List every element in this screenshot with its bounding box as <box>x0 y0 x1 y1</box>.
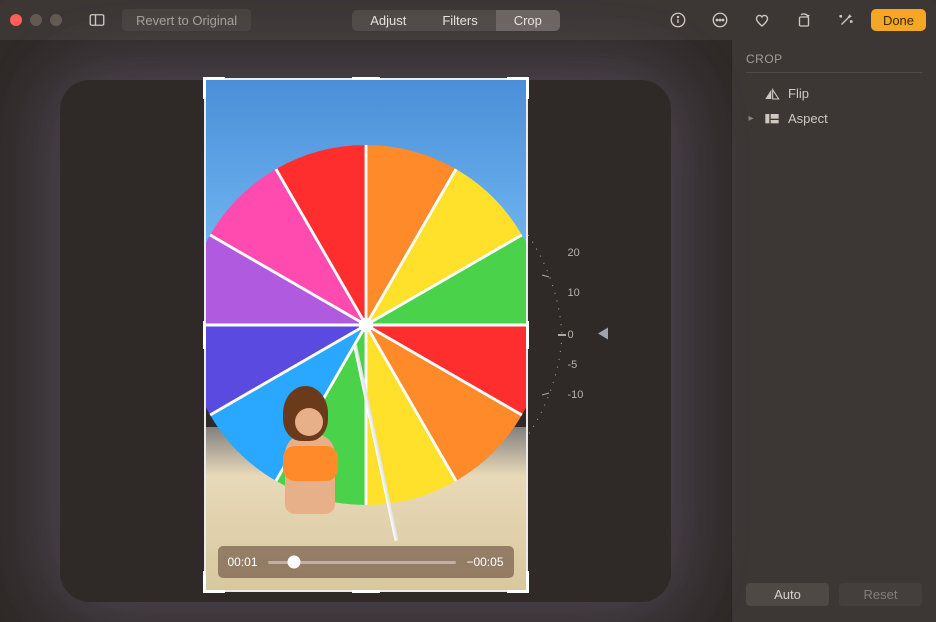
ellipsis-icon <box>711 11 729 29</box>
auto-button[interactable]: Auto <box>746 583 829 606</box>
dial-label: 20 <box>568 247 580 259</box>
tab-filters[interactable]: Filters <box>424 10 495 31</box>
favorite-button[interactable] <box>745 9 779 31</box>
sidebar-toggle-button[interactable] <box>80 9 114 31</box>
done-button[interactable]: Done <box>871 9 926 31</box>
info-icon <box>669 11 687 29</box>
rotate-icon <box>795 11 813 29</box>
crop-handle-top[interactable] <box>352 77 380 80</box>
sidebar-bottom-buttons: Auto Reset <box>746 583 922 610</box>
info-button[interactable] <box>661 9 695 31</box>
scrub-track[interactable] <box>268 561 457 564</box>
reset-button[interactable]: Reset <box>839 583 922 606</box>
crop-handle-left[interactable] <box>203 321 206 349</box>
auto-enhance-button[interactable] <box>829 9 863 31</box>
minimize-window-icon[interactable] <box>30 14 42 26</box>
time-elapsed: 00:01 <box>228 555 258 569</box>
flip-icon <box>764 87 780 101</box>
sidebar-heading: CROP <box>746 52 922 73</box>
aspect-label: Aspect <box>788 111 828 126</box>
dial-pointer-icon <box>598 328 608 343</box>
sidebar-toggle-icon <box>88 11 106 29</box>
revert-to-original-button[interactable]: Revert to Original <box>122 9 251 31</box>
more-button[interactable] <box>703 9 737 31</box>
sidebar: CROP Flip ▸ Aspect Auto Reset <box>731 40 936 622</box>
canvas-area: 20 10 0 -5 -10 00:01 −00:05 <box>0 40 731 622</box>
tab-crop[interactable]: Crop <box>496 10 560 31</box>
flip-label: Flip <box>788 86 809 101</box>
main-area: 20 10 0 -5 -10 00:01 −00:05 CROP <box>0 40 936 622</box>
close-window-icon[interactable] <box>10 14 22 26</box>
fullscreen-window-icon[interactable] <box>50 14 62 26</box>
flip-row[interactable]: Flip <box>746 81 922 106</box>
dial-label: -5 <box>568 359 578 371</box>
aspect-row[interactable]: ▸ Aspect <box>746 106 922 131</box>
edit-mode-tabs: Adjust Filters Crop <box>352 10 560 31</box>
tab-adjust[interactable]: Adjust <box>352 10 424 31</box>
scrub-thumb[interactable] <box>287 556 300 569</box>
rotate-button[interactable] <box>787 9 821 31</box>
time-remaining: −00:05 <box>466 555 503 569</box>
aspect-icon <box>764 112 780 126</box>
crop-stage[interactable]: 20 10 0 -5 -10 00:01 −00:05 <box>206 80 526 590</box>
dial-label: 10 <box>568 287 580 299</box>
dial-label: -10 <box>568 389 584 401</box>
subject-person <box>263 386 353 556</box>
photo-preview <box>206 80 526 590</box>
wand-icon <box>837 11 855 29</box>
heart-icon <box>753 11 771 29</box>
straighten-dial[interactable]: 20 10 0 -5 -10 <box>516 215 606 455</box>
toolbar: Revert to Original Adjust Filters Crop D… <box>0 0 936 40</box>
video-scrubber[interactable]: 00:01 −00:05 <box>218 546 514 578</box>
chevron-right-icon: ▸ <box>746 113 756 124</box>
window-controls <box>10 14 62 26</box>
crop-handle-bottom[interactable] <box>352 590 380 593</box>
dial-label: 0 <box>568 329 574 341</box>
